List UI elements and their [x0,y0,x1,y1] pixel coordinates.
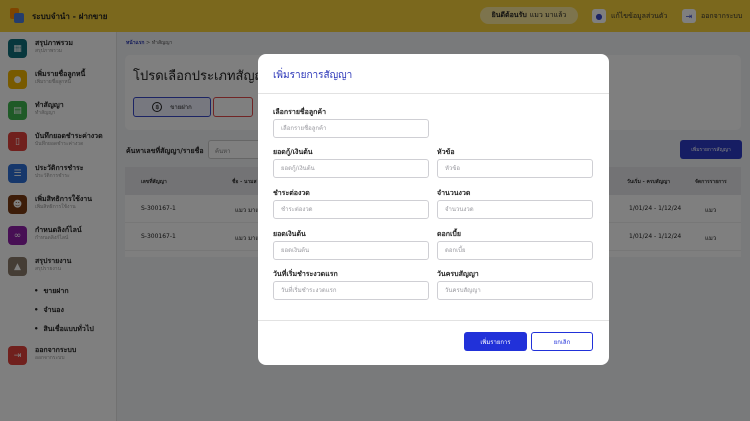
modal-title: เพิ่มรายการสัญญา [273,70,353,81]
balance-label: ยอดเงินต้น [273,230,306,238]
installment-payment-label: ชำระต่องวด [273,189,310,197]
cancel-button[interactable]: ยกเลิก [531,332,593,351]
customer-select[interactable] [273,119,429,138]
due-date-input[interactable] [437,281,593,300]
installment-count-input[interactable] [437,200,593,219]
due-date-label: วันครบสัญญา [437,270,479,278]
modal-divider [258,320,609,321]
interest-label: ดอกเบี้ย [437,230,461,238]
principal-input[interactable] [273,159,429,178]
topic-label: หัวข้อ [437,148,455,156]
submit-button[interactable]: เพิ่มรายการ [464,332,527,351]
installment-count-label: จำนวนงวด [437,189,471,197]
installment-payment-input[interactable] [273,200,429,219]
first-payment-date-input[interactable] [273,281,429,300]
interest-input[interactable] [437,241,593,260]
first-payment-date-label: วันที่เริ่มชำระงวดแรก [273,270,338,278]
balance-input[interactable] [273,241,429,260]
modal-divider [258,93,609,94]
add-contract-modal: เพิ่มรายการสัญญา เลือกรายชื่อลูกค้า ยอดก… [258,54,609,365]
customer-label: เลือกรายชื่อลูกค้า [273,108,327,116]
topic-input[interactable] [437,159,593,178]
principal-label: ยอดกู้/เงินต้น [273,148,313,156]
